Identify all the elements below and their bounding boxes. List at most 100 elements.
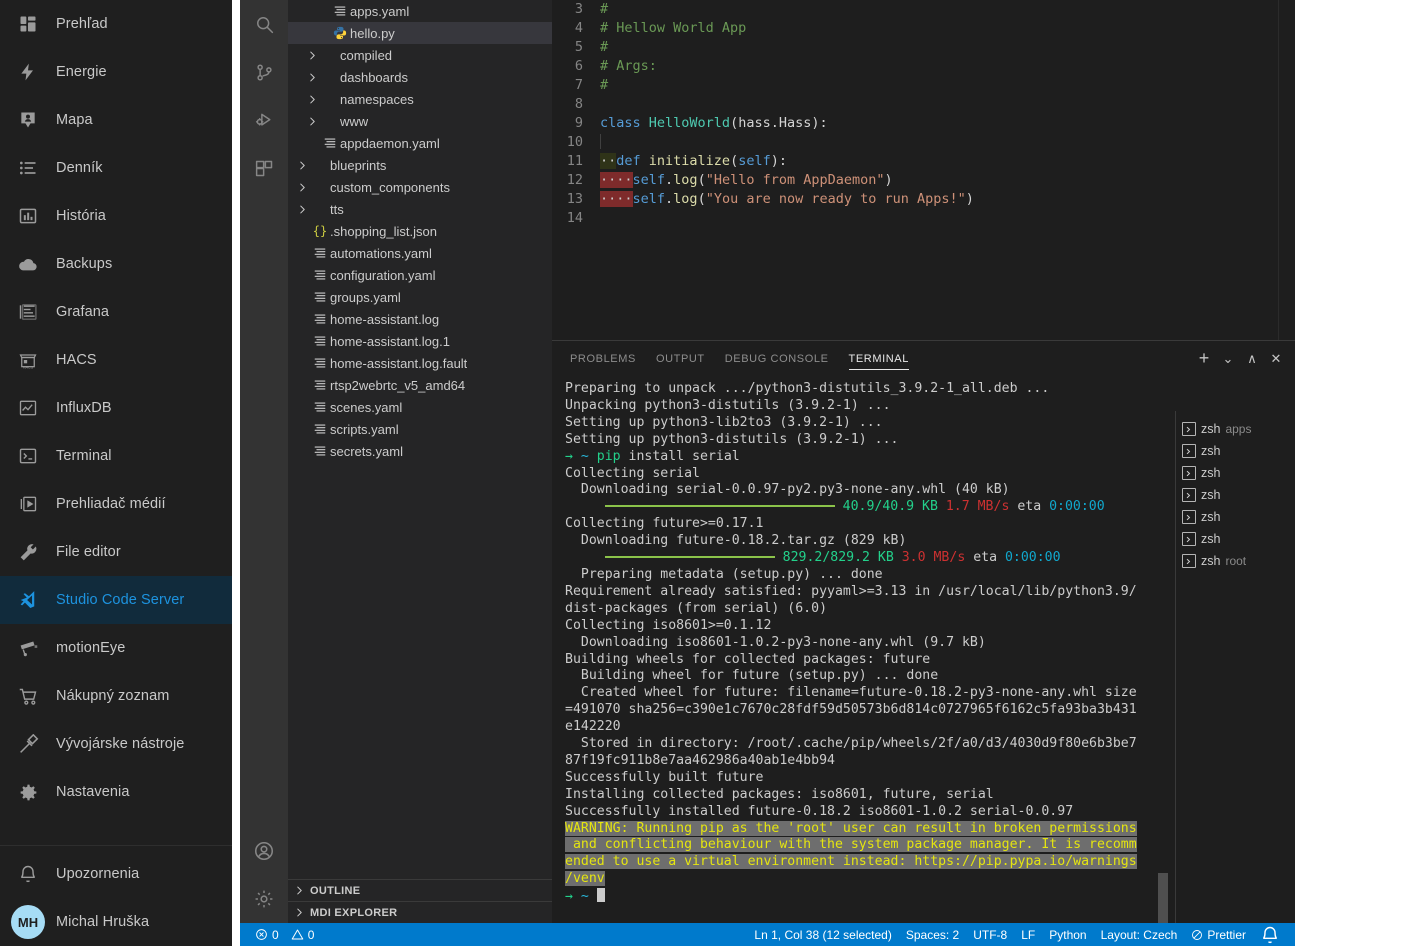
chevron-right-icon[interactable] (304, 116, 320, 127)
ha-sidebar-item-terminal[interactable]: Terminal (0, 432, 232, 480)
status-keyboard-layout[interactable]: Layout: Czech (1094, 923, 1185, 946)
status-eol[interactable]: LF (1014, 923, 1042, 946)
ha-sidebar-item-grafana[interactable]: Grafana (0, 288, 232, 336)
tree-file-row[interactable]: appdaemon.yaml (288, 132, 552, 154)
code-line[interactable]: 5 # (552, 38, 1295, 57)
chevron-right-icon[interactable] (304, 72, 320, 83)
status-cursor-position[interactable]: Ln 1, Col 38 (12 selected) (747, 923, 898, 946)
ha-sidebar-item-preh-ad[interactable]: Prehľad (0, 0, 232, 48)
ha-sidebar-item-v-voj-rske-n-stroje[interactable]: Vývojárske nástroje (0, 720, 232, 768)
tree-file-row[interactable]: scenes.yaml (288, 396, 552, 418)
run-and-debug-icon[interactable] (240, 96, 288, 144)
panel-tab-problems[interactable]: PROBLEMS (560, 341, 646, 376)
tree-file-row[interactable]: rtsp2webrtc_v5_amd64 (288, 374, 552, 396)
tree-folder-row[interactable]: blueprints (288, 154, 552, 176)
terminal-output[interactable]: Preparing to unpack .../python3-distutil… (565, 381, 1165, 923)
ha-sidebar-item-energie[interactable]: Energie (0, 48, 232, 96)
terminal-text: 0:00:00 (1004, 550, 1061, 566)
chevron-right-icon[interactable] (288, 907, 310, 918)
status-encoding[interactable]: UTF-8 (966, 923, 1014, 946)
new-terminal-icon[interactable]: + (1193, 348, 1215, 370)
terminal-dropdown-icon[interactable]: ⌄ (1217, 348, 1239, 370)
explorer-section-outline[interactable]: OUTLINE (288, 879, 552, 901)
terminal-list-item[interactable]: zsh root (1176, 550, 1295, 572)
yaml-icon (310, 246, 330, 260)
tree-file-row[interactable]: configuration.yaml (288, 264, 552, 286)
extensions-icon[interactable] (240, 144, 288, 192)
tree-folder-row[interactable]: custom_components (288, 176, 552, 198)
status-language-mode[interactable]: Python (1042, 923, 1093, 946)
code-line[interactable]: 13 ····self.log("You are now ready to run… (552, 190, 1295, 209)
code-line[interactable]: 11 ··def initialize(self): (552, 152, 1295, 171)
code-line[interactable]: 9 class HelloWorld(hass.Hass): (552, 114, 1295, 133)
tree-file-row[interactable]: automations.yaml (288, 242, 552, 264)
ha-sidebar-item-denn-k[interactable]: Denník (0, 144, 232, 192)
ha-sidebar-item-file-editor[interactable]: File editor (0, 528, 232, 576)
tree-file-row[interactable]: home-assistant.log.fault (288, 352, 552, 374)
code-editor[interactable]: 3 #4 # Hellow World App 5 #6 # Args: 7 #8 9 class… (552, 0, 1295, 340)
ha-sidebar-item-nastavenia[interactable]: Nastavenia (0, 768, 232, 816)
tree-folder-row[interactable]: namespaces (288, 88, 552, 110)
source-control-icon[interactable] (240, 48, 288, 96)
ha-sidebar-item-prehliada-m-di-[interactable]: Prehliadač médií (0, 480, 232, 528)
code-line[interactable]: 7 # (552, 76, 1295, 95)
code-line[interactable]: 14 (552, 209, 1295, 228)
panel-tab-terminal[interactable]: TERMINAL (839, 341, 919, 376)
terminal-list-item[interactable]: zsh (1176, 528, 1295, 550)
tree-file-row[interactable]: hello.py (288, 22, 552, 44)
shopping-cart-icon (0, 686, 56, 707)
status-notifications[interactable] (1253, 923, 1287, 946)
tree-folder-row[interactable]: tts (288, 198, 552, 220)
tree-file-row[interactable]: groups.yaml (288, 286, 552, 308)
explorer-section-mdi-explorer[interactable]: MDI EXPLORER (288, 901, 552, 923)
code-line[interactable]: 3 # (552, 0, 1295, 19)
chevron-right-icon[interactable] (294, 160, 310, 171)
terminal-list-item[interactable]: zsh (1176, 462, 1295, 484)
ha-sidebar-item-hist-ria[interactable]: História (0, 192, 232, 240)
ha-sidebar-item-n-kupn-zoznam[interactable]: Nákupný zoznam (0, 672, 232, 720)
tree-folder-row[interactable]: compiled (288, 44, 552, 66)
maximize-panel-icon[interactable]: ∧ (1241, 348, 1263, 370)
ha-sidebar-item-backups[interactable]: Backups (0, 240, 232, 288)
tree-file-row[interactable]: {} .shopping_list.json (288, 220, 552, 242)
code-line[interactable]: 8 (552, 95, 1295, 114)
code-line[interactable]: 12 ····self.log("Hello from AppDaemon") (552, 171, 1295, 190)
status-indentation[interactable]: Spaces: 2 (899, 923, 966, 946)
accounts-icon[interactable] (240, 827, 288, 875)
terminal-list-item[interactable]: zsh (1176, 484, 1295, 506)
code-line[interactable]: 10 (552, 133, 1295, 152)
chevron-right-icon[interactable] (294, 204, 310, 215)
ha-sidebar-item-studio-code-server[interactable]: Studio Code Server (0, 576, 232, 624)
tree-folder-row[interactable]: dashboards (288, 66, 552, 88)
ha-footer-item-upozornenia[interactable]: Upozornenia (0, 850, 232, 898)
terminal-list-item[interactable]: zsh (1176, 440, 1295, 462)
ha-sidebar-item-mapa[interactable]: Mapa (0, 96, 232, 144)
chevron-right-icon[interactable] (304, 50, 320, 61)
ha-sidebar-item-hacs[interactable]: HACS HACS (0, 336, 232, 384)
tree-folder-row[interactable]: www (288, 110, 552, 132)
code-line[interactable]: 4 # Hellow World App (552, 19, 1295, 38)
panel-tab-debug-console[interactable]: DEBUG CONSOLE (715, 341, 839, 376)
panel-tab-output[interactable]: OUTPUT (646, 341, 715, 376)
manage-gear-icon[interactable] (240, 875, 288, 923)
ha-sidebar-item-motioneye[interactable]: motionEye (0, 624, 232, 672)
chevron-right-icon[interactable] (288, 885, 310, 896)
code-content[interactable]: 3 #4 # Hellow World App 5 #6 # Args: 7 #8 9 class… (552, 0, 1295, 228)
tree-file-row[interactable]: secrets.yaml (288, 440, 552, 462)
ha-footer-item-michal-hru-ka[interactable]: MH Michal Hruška (0, 898, 232, 946)
status-errors-warnings[interactable]: 00 (248, 923, 321, 946)
ha-sidebar-item-influxdb[interactable]: InfluxDB (0, 384, 232, 432)
close-panel-icon[interactable]: ✕ (1265, 348, 1287, 370)
terminal-list-item[interactable]: zsh apps (1176, 418, 1295, 440)
tree-file-row[interactable]: home-assistant.log (288, 308, 552, 330)
chevron-right-icon[interactable] (294, 182, 310, 193)
code-line[interactable]: 6 # Args: (552, 57, 1295, 76)
tree-file-row[interactable]: home-assistant.log.1 (288, 330, 552, 352)
search-icon[interactable] (240, 0, 288, 48)
chevron-right-icon[interactable] (304, 94, 320, 105)
status-prettier[interactable]: Prettier (1184, 923, 1253, 946)
terminal-list-item[interactable]: zsh (1176, 506, 1295, 528)
status-bar-right: Ln 1, Col 38 (12 selected) Spaces: 2 UTF-8… (747, 923, 1295, 946)
tree-file-row[interactable]: apps.yaml (288, 0, 552, 22)
tree-file-row[interactable]: scripts.yaml (288, 418, 552, 440)
